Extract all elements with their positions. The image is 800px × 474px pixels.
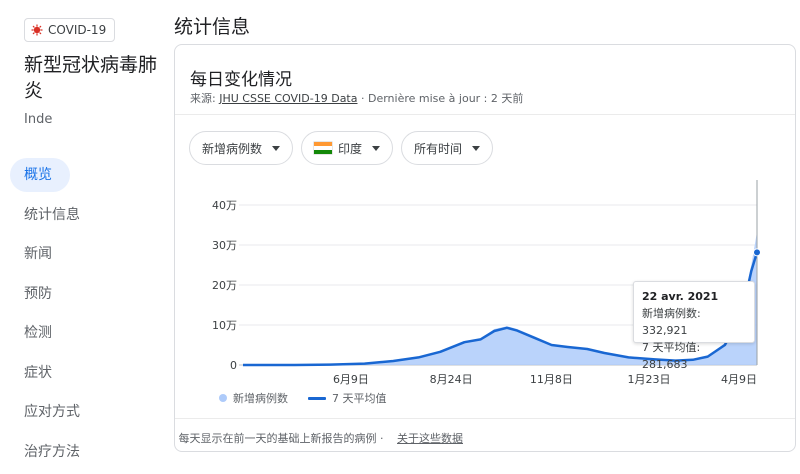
x-tick-label: 4月9日 (721, 373, 757, 385)
divider (175, 114, 795, 115)
source-line: 来源: JHU CSSE COVID-19 Data · Dernière mi… (190, 90, 523, 106)
chart-tooltip: 22 avr. 2021 新增病例数: 332,921 7 天平均值: 281,… (633, 281, 755, 371)
metric-dropdown[interactable]: 新增病例数 (189, 131, 294, 165)
source-suffix: · Dernière mise à jour : 2 天前 (361, 92, 524, 105)
filter-bar: 新增病例数 印度 所有时间 (189, 131, 494, 165)
tooltip-average: 7 天平均值: 281,683 (642, 341, 701, 371)
region-dropdown[interactable]: 印度 (301, 131, 394, 165)
card-title: 每日变化情况 (190, 70, 292, 90)
nav-item-statistics[interactable]: 统计信息 (10, 198, 160, 232)
x-tick-label: 6月9日 (333, 373, 369, 385)
page-title: 统计信息 (174, 16, 251, 38)
footnote-text: 每天显示在前一天的基础上新报告的病例 · (178, 432, 384, 445)
x-tick-label: 8月24日 (430, 373, 473, 385)
chart-legend: 新增病例数 7 天平均值 (219, 390, 387, 406)
nav-item-symptoms[interactable]: 症状 (10, 356, 160, 390)
chevron-down-icon (372, 145, 381, 151)
metric-dropdown-label: 新增病例数 (202, 141, 263, 156)
topic-chip[interactable]: COVID-19 (24, 18, 116, 42)
x-tick-label: 11月8日 (530, 373, 573, 385)
y-tick-label: 0 (230, 359, 237, 372)
tooltip-date: 22 avr. 2021 (642, 290, 719, 303)
y-tick-label: 20万 (212, 279, 237, 292)
virus-icon (31, 24, 43, 36)
daily-changes-card: 每日变化情况 来源: JHU CSSE COVID-19 Data · Dern… (174, 44, 796, 452)
time-range-dropdown-label: 所有时间 (414, 141, 463, 156)
nav-item-prevention[interactable]: 预防 (10, 277, 160, 311)
left-panel: COVID-19 新型冠状病毒肺炎 Inde 概览 统计信息 新闻 预防 检测 … (0, 0, 160, 468)
x-tick-label: 1月23日 (628, 373, 671, 385)
daily-cases-swatch (219, 394, 227, 402)
side-nav: 概览 统计信息 新闻 预防 检测 症状 应对方式 治疗方法 (10, 158, 160, 474)
source-link[interactable]: JHU CSSE COVID-19 Data (219, 92, 357, 105)
topic-chip-label: COVID-19 (48, 23, 107, 37)
y-tick-label: 10万 (212, 319, 237, 332)
topic-subtitle: Inde (24, 112, 53, 127)
chevron-down-icon (472, 145, 481, 151)
nav-item-coping[interactable]: 应对方式 (10, 395, 160, 429)
about-data-link[interactable]: 关于这些数据 (397, 432, 463, 445)
legend-daily-label: 新增病例数 (233, 392, 288, 405)
legend-average-label: 7 天平均值 (332, 392, 387, 405)
highlight-point (753, 248, 761, 257)
nav-item-treatment[interactable]: 治疗方法 (10, 435, 160, 469)
nav-item-news[interactable]: 新闻 (10, 237, 160, 271)
india-flag-icon (314, 142, 333, 154)
y-tick-label: 40万 (212, 199, 237, 212)
y-tick-label: 30万 (212, 239, 237, 252)
average-line-swatch (308, 396, 326, 400)
tooltip-new-cases: 新增病例数: 332,921 (642, 307, 701, 337)
chevron-down-icon (272, 145, 281, 151)
nav-item-testing[interactable]: 检测 (10, 316, 160, 350)
region-dropdown-label: 印度 (338, 141, 363, 156)
topic-title: 新型冠状病毒肺炎 (24, 54, 158, 102)
nav-item-overview[interactable]: 概览 (10, 158, 70, 192)
footnote: 每天显示在前一天的基础上新报告的病例 · 关于这些数据 (175, 430, 464, 446)
divider (175, 418, 795, 419)
time-range-dropdown[interactable]: 所有时间 (401, 131, 494, 165)
source-prefix: 来源: (190, 92, 216, 105)
